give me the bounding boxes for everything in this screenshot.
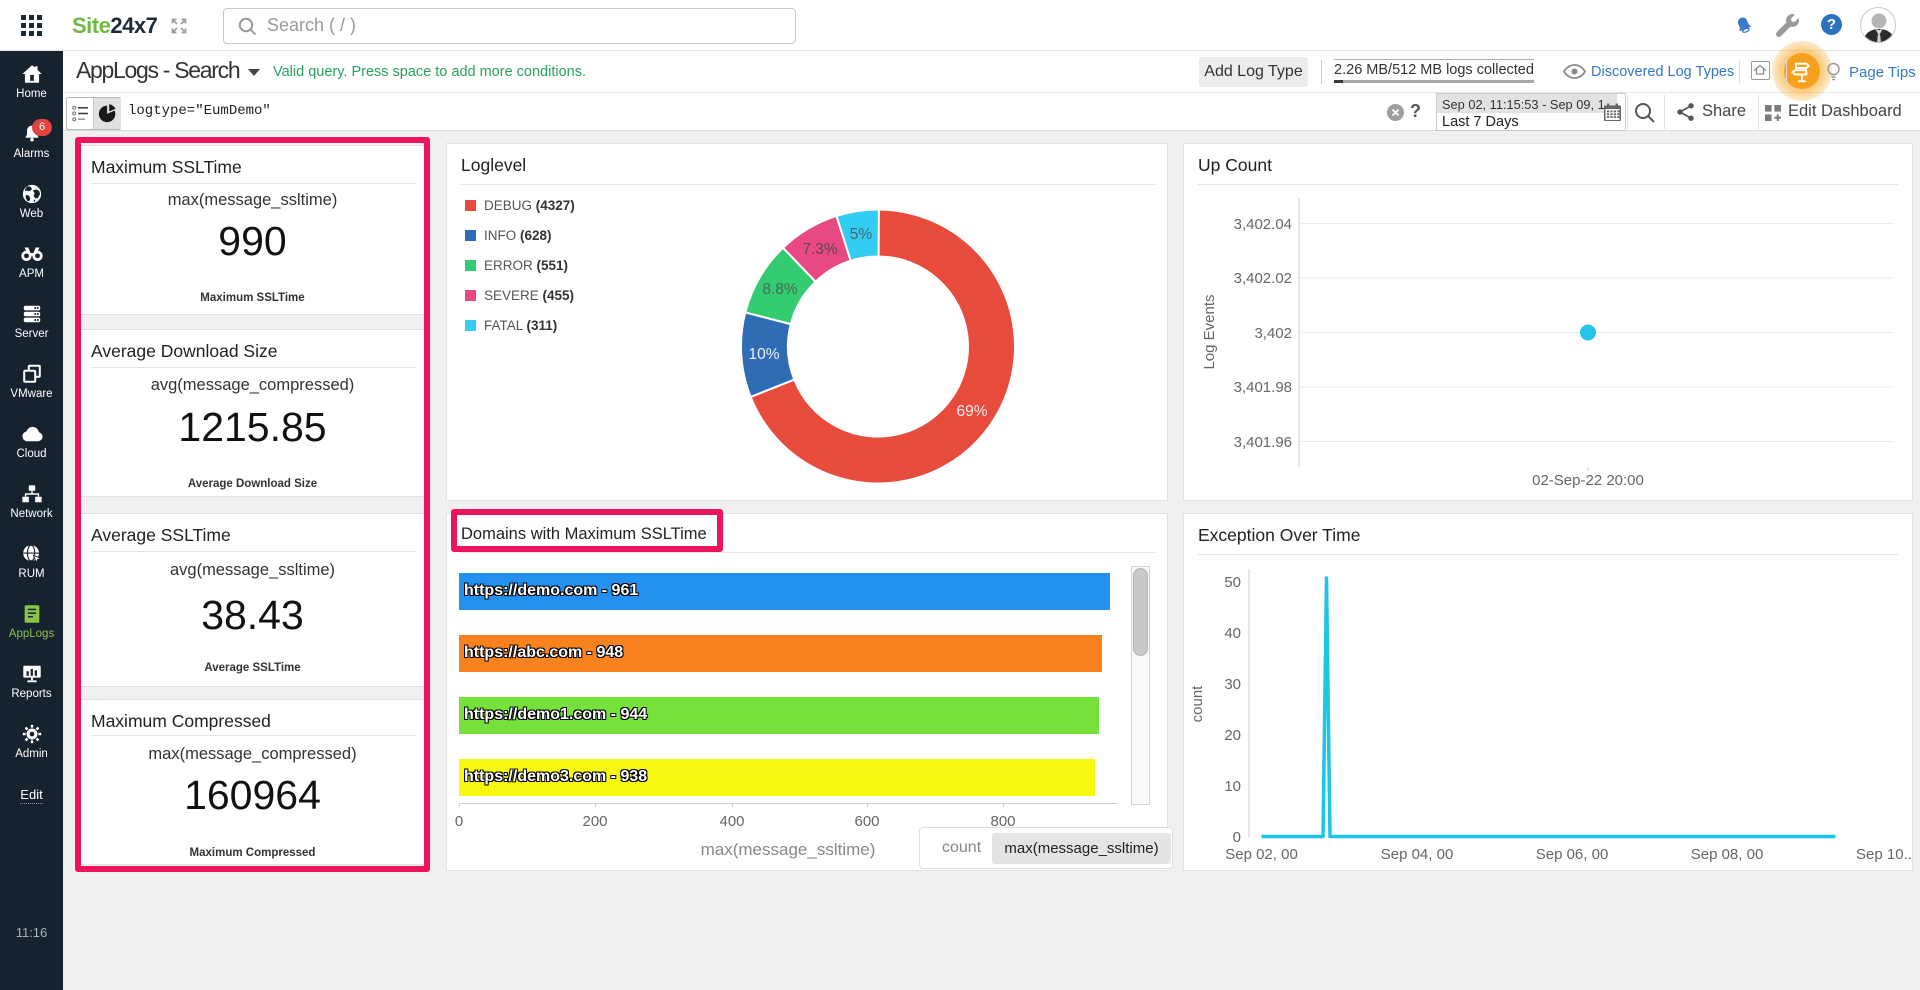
svg-text:0: 0 (1233, 829, 1241, 846)
svg-text:3,402: 3,402 (1254, 325, 1292, 342)
svg-text:69%: 69% (956, 403, 987, 420)
svg-text:3,402.04: 3,402.04 (1234, 216, 1292, 233)
svg-text:7.3%: 7.3% (802, 241, 838, 258)
svg-text:Sep 06, 00: Sep 06, 00 (1536, 846, 1609, 863)
svg-text:Log Events: Log Events (1201, 294, 1218, 369)
svg-text:3,401.98: 3,401.98 (1234, 379, 1292, 396)
svg-text:10: 10 (1224, 778, 1241, 795)
svg-text:Sep 02, 00: Sep 02, 00 (1225, 846, 1298, 863)
svg-text:8.8%: 8.8% (762, 281, 798, 298)
svg-text:5%: 5% (850, 226, 873, 243)
svg-text:20: 20 (1224, 727, 1241, 744)
svg-text:Sep 04, 00: Sep 04, 00 (1381, 846, 1454, 863)
svg-text:3,402.02: 3,402.02 (1234, 270, 1292, 287)
svg-text:3,401.96: 3,401.96 (1234, 434, 1292, 451)
svg-text:count: count (1189, 685, 1206, 723)
svg-text:Sep 10..: Sep 10.. (1856, 846, 1912, 863)
svg-text:30: 30 (1224, 676, 1241, 693)
svg-text:02-Sep-22 20:00: 02-Sep-22 20:00 (1532, 472, 1644, 489)
svg-text:40: 40 (1224, 625, 1241, 642)
svg-text:10%: 10% (748, 346, 779, 363)
svg-text:50: 50 (1224, 574, 1241, 591)
svg-text:Sep 08, 00: Sep 08, 00 (1691, 846, 1764, 863)
